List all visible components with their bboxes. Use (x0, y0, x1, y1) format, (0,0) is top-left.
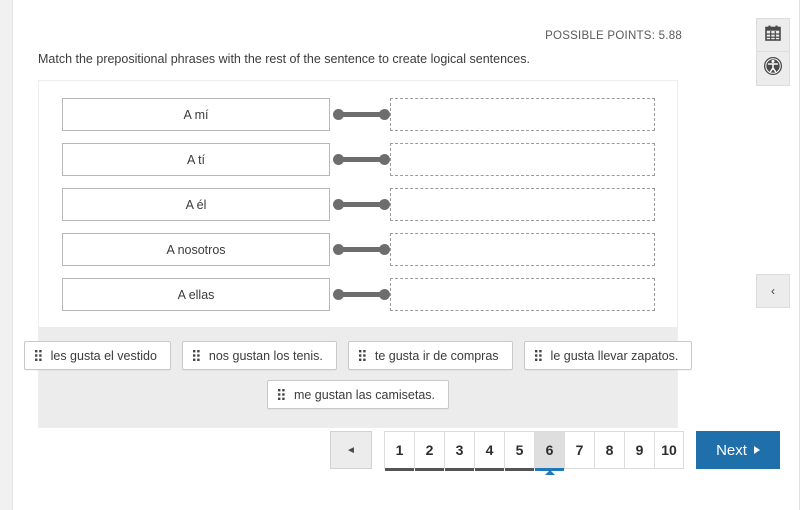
drag-handle-icon[interactable] (277, 389, 285, 400)
accessibility-icon (763, 56, 783, 81)
answer-chip[interactable]: nos gustan los tenis. (181, 341, 337, 370)
pagination-active-caret (544, 470, 555, 475)
match-drop-zone[interactable] (390, 188, 655, 221)
connector-icon (330, 188, 390, 221)
pagination-page-6[interactable]: 6 (534, 431, 564, 475)
pagination-page-label: 1 (395, 442, 404, 458)
pagination-number-list: 1 2 3 4 5 6 7 8 9 10 (384, 431, 684, 475)
answer-chip-label: te gusta ir de compras (374, 348, 499, 363)
drag-handle-icon[interactable] (34, 350, 42, 361)
match-prompt-box: A nosotros (62, 233, 330, 266)
chevron-right-icon (753, 446, 760, 454)
answer-chip-label: les gusta el vestido (50, 348, 157, 363)
pagination-page-2[interactable]: 2 (414, 431, 444, 471)
match-rows: A mí A tí A él A nosotros A ellas (39, 81, 677, 327)
match-prompt-box: A tí (62, 143, 330, 176)
next-button-label: Next (716, 441, 747, 459)
match-row: A tí (39, 137, 677, 182)
connector-icon (330, 98, 390, 131)
answer-chip-label: me gustan las camisetas. (293, 387, 436, 402)
match-drop-zone[interactable] (390, 98, 655, 131)
matching-activity-card: A mí A tí A él A nosotros A ellas les gu… (23, 80, 693, 428)
pagination-page-4[interactable]: 4 (474, 431, 504, 471)
pagination: ◄ 1 2 3 4 5 6 7 8 9 10 Next (330, 431, 780, 475)
match-row: A él (39, 182, 677, 227)
accessibility-button[interactable] (756, 52, 790, 86)
calendar-icon (765, 25, 781, 46)
pagination-page-9[interactable]: 9 (624, 431, 654, 469)
match-drop-zone[interactable] (390, 233, 655, 266)
chevron-left-icon: ‹ (771, 284, 775, 298)
answer-chip[interactable]: me gustan las camisetas. (266, 380, 450, 409)
match-prompt-box: A ellas (62, 278, 330, 311)
pagination-page-label: 9 (635, 442, 644, 458)
next-button[interactable]: Next (696, 431, 780, 469)
answer-chip[interactable]: te gusta ir de compras (347, 341, 513, 370)
drag-handle-icon[interactable] (358, 350, 366, 361)
connector-icon (330, 143, 390, 176)
match-prompt-box: A mí (62, 98, 330, 131)
tool-rail (756, 18, 790, 86)
answer-chip[interactable]: les gusta el vestido (23, 341, 171, 370)
pagination-page-label: 4 (485, 442, 494, 458)
pagination-page-5[interactable]: 5 (504, 431, 534, 471)
answer-bank: les gusta el vestido nos gustan los teni… (23, 327, 693, 427)
calendar-button[interactable] (756, 18, 790, 52)
pagination-prev-button[interactable]: ◄ (330, 431, 372, 469)
answer-bank-row: me gustan las camisetas. (39, 380, 677, 409)
pagination-page-label: 5 (515, 442, 524, 458)
answer-bank-row: les gusta el vestido nos gustan los teni… (23, 341, 693, 370)
pagination-page-7[interactable]: 7 (564, 431, 594, 469)
pagination-page-3[interactable]: 3 (444, 431, 474, 471)
answer-chip-label: nos gustan los tenis. (208, 348, 323, 363)
pagination-page-8[interactable]: 8 (594, 431, 624, 469)
pagination-prev-label: ◄ (346, 444, 356, 456)
match-row: A mí (39, 92, 677, 137)
pagination-page-label: 8 (605, 442, 614, 458)
page-left-gutter (0, 0, 13, 510)
answer-chip[interactable]: le gusta llevar zapatos. (523, 341, 693, 370)
match-row: A nosotros (39, 227, 677, 272)
possible-points-label: POSSIBLE POINTS: 5.88 (545, 30, 682, 42)
pagination-page-label: 3 (455, 442, 464, 458)
match-drop-zone[interactable] (390, 143, 655, 176)
match-prompt-box: A él (62, 188, 330, 221)
drag-handle-icon[interactable] (192, 350, 200, 361)
answer-chip-label: le gusta llevar zapatos. (550, 348, 679, 363)
pagination-page-10[interactable]: 10 (654, 431, 684, 469)
pagination-page-label: 2 (425, 442, 434, 458)
pagination-page-label: 7 (575, 442, 584, 458)
collapse-rail-button[interactable]: ‹ (756, 274, 790, 308)
connector-icon (330, 278, 390, 311)
connector-icon (330, 233, 390, 266)
pagination-page-label: 10 (661, 442, 677, 458)
pagination-page-1[interactable]: 1 (384, 431, 414, 471)
question-prompt: Match the prepositional phrases with the… (38, 52, 530, 66)
activity-page: POSSIBLE POINTS: 5.88 Match the preposit… (0, 0, 800, 510)
drag-handle-icon[interactable] (534, 350, 542, 361)
pagination-page-label: 6 (545, 442, 554, 458)
match-drop-zone[interactable] (390, 278, 655, 311)
match-row: A ellas (39, 272, 677, 317)
